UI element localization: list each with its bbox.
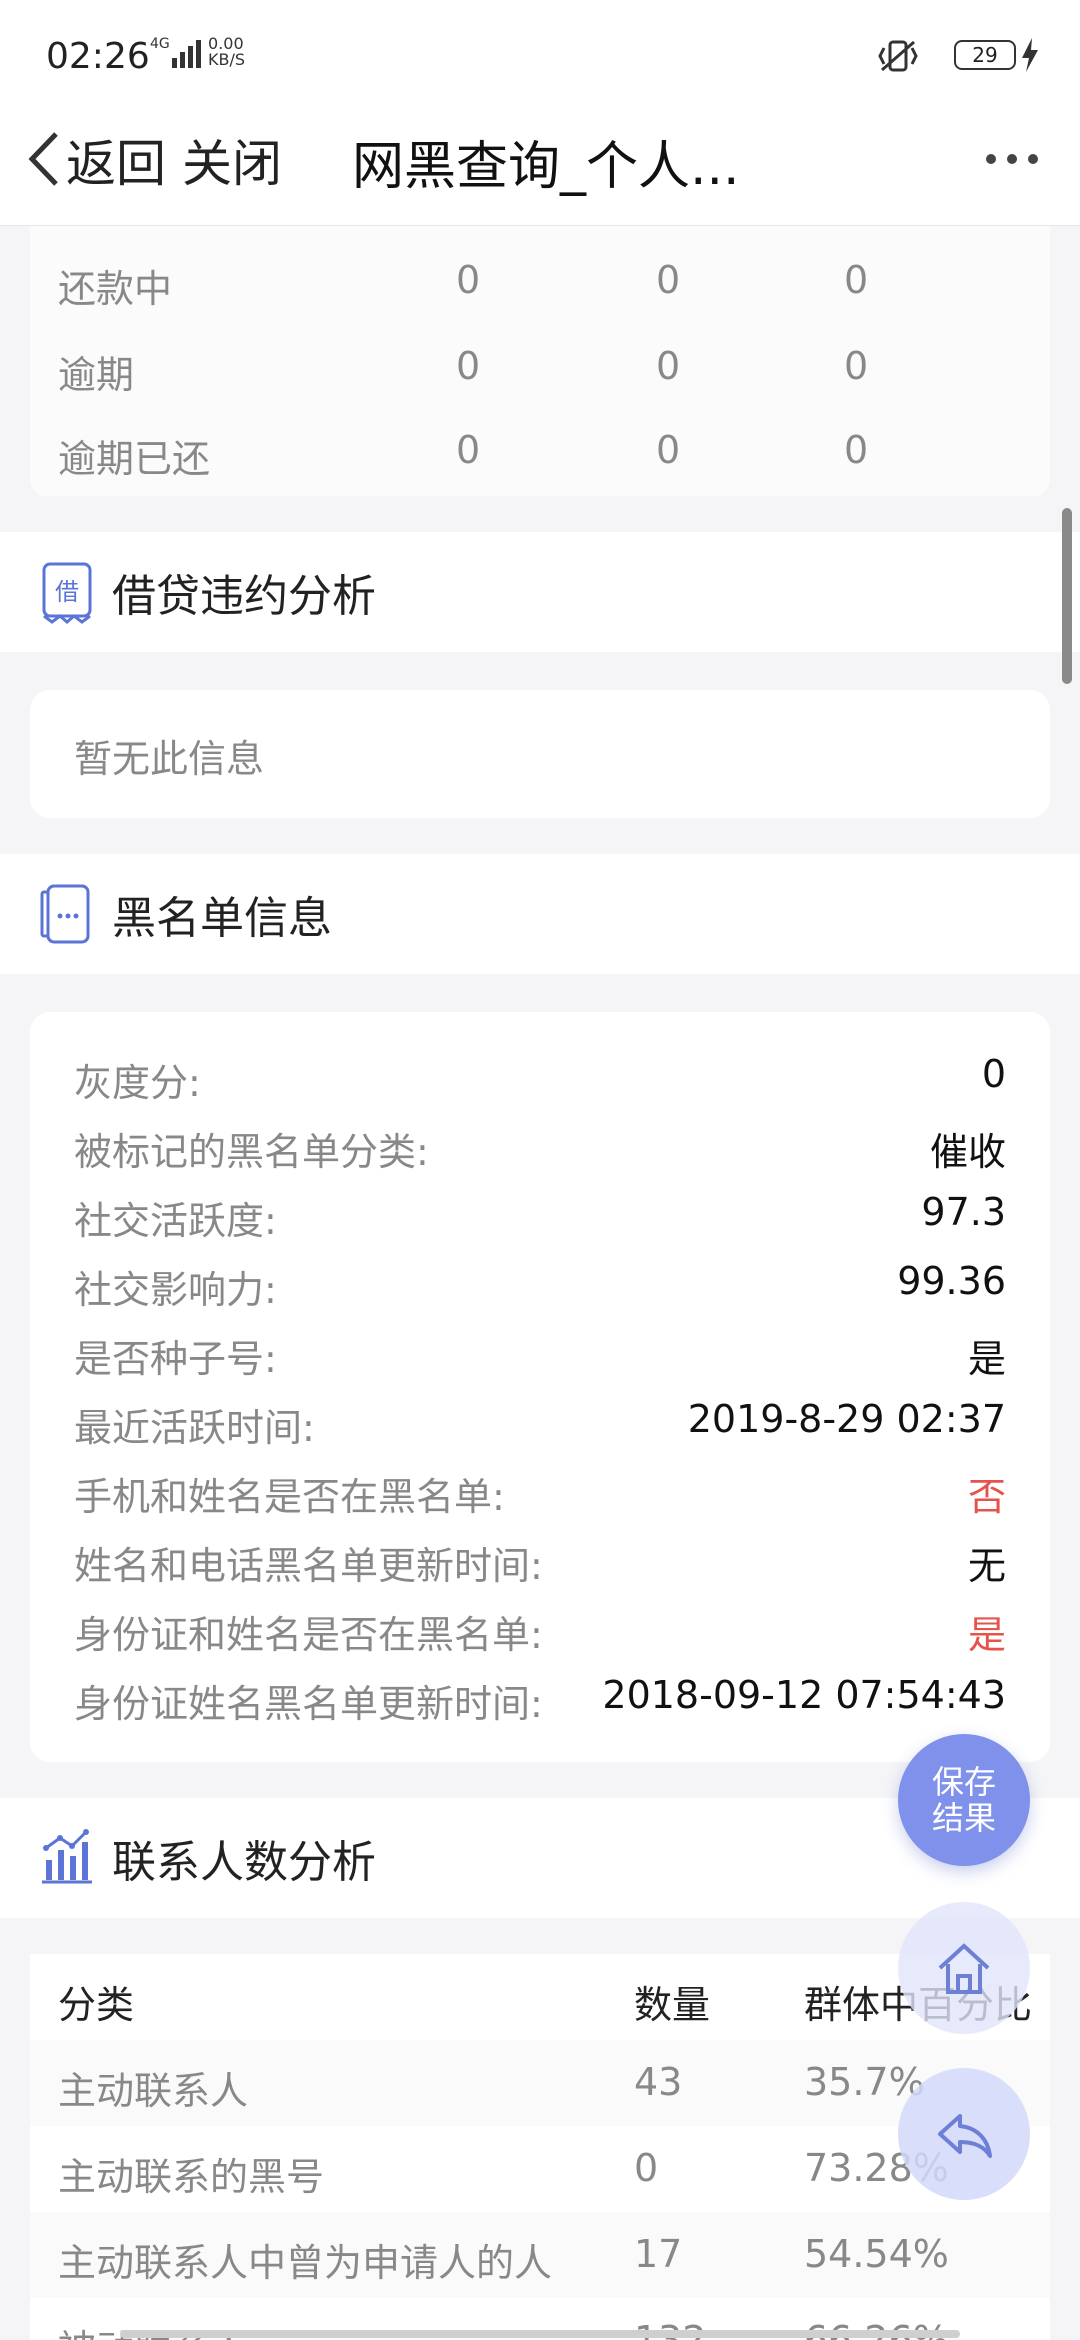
column-header-category: 分类 (58, 1983, 135, 2027)
info-value: 2018-09-12 07:54:43 (602, 1673, 1006, 1717)
speed-unit: KB/S (208, 50, 246, 69)
section-loan-default: 借 借贷违约分析 (0, 532, 1080, 652)
home-button[interactable] (898, 1902, 1030, 2034)
info-value: 催收 (929, 1130, 1006, 1174)
table-row: 主动联系的黑号 0 73.28% (30, 2126, 1050, 2212)
more-icon[interactable] (984, 152, 1040, 166)
cell-category: 主动联系的黑号 (58, 2155, 325, 2199)
repayment-table: 还款中 0 0 0 逾期 0 0 0 逾期已还 0 0 0 (30, 226, 1050, 496)
battery-indicator: 29 (954, 40, 1016, 70)
cell-count: 43 (634, 2060, 683, 2104)
empty-message: 暂无此信息 (74, 737, 265, 781)
row-value: 0 (656, 258, 681, 302)
info-key: 是否种子号: (74, 1337, 277, 1381)
section-title: 借贷违约分析 (112, 571, 376, 622)
info-key: 社交活跃度: (74, 1199, 277, 1243)
row-value: 0 (844, 344, 869, 388)
info-key: 灰度分: (74, 1061, 201, 1105)
info-key: 最近活跃时间: (74, 1406, 315, 1450)
section-title: 联系人数分析 (112, 1837, 376, 1888)
row-value: 0 (456, 258, 481, 302)
info-key: 身份证和姓名是否在黑名单: (74, 1613, 543, 1657)
info-value: 0 (981, 1052, 1006, 1096)
home-icon (938, 1943, 990, 1994)
cell-category: 主动联系人 (58, 2069, 249, 2113)
column-header-count: 数量 (634, 1983, 711, 2027)
section-title: 黑名单信息 (112, 893, 332, 944)
cell-category: 主动联系人中曾为申请人的人 (58, 2241, 553, 2285)
loan-icon: 借 (42, 562, 92, 624)
save-label-line1: 保存 (931, 1763, 996, 1801)
network-indicator: 4G 0.00 KB/S (150, 36, 270, 76)
network-type: 4G (150, 36, 170, 52)
row-value: 0 (656, 428, 681, 472)
info-value: 否 (967, 1475, 1006, 1519)
info-row: 社交活跃度: 97.3 (30, 1180, 1050, 1248)
info-value: 是 (967, 1337, 1006, 1381)
info-value: 是 (967, 1613, 1006, 1657)
row-label: 还款中 (58, 267, 173, 311)
reply-icon (938, 2114, 992, 2158)
loan-default-card: 暂无此信息 (30, 690, 1050, 818)
info-row: 身份证和姓名是否在黑名单: 是 (30, 1594, 1050, 1662)
cell-count: 17 (634, 2232, 683, 2276)
info-row: 灰度分: 0 (30, 1042, 1050, 1110)
table-row: 还款中 0 0 0 (30, 240, 1050, 320)
status-bar: 02:26 4G 0.00 KB/S 29 (0, 0, 1080, 110)
section-blacklist: 黑名单信息 (0, 854, 1080, 974)
horizontal-scrollbar[interactable] (120, 2330, 960, 2338)
table-header: 分类 数量 群体中百分比 (30, 1954, 1050, 2040)
vibrate-icon (878, 40, 918, 72)
cell-percent: 54.54% (804, 2232, 949, 2276)
info-row: 社交影响力: 99.36 (30, 1249, 1050, 1317)
info-value: 97.3 (921, 1190, 1006, 1234)
cell-percent: 35.7% (804, 2060, 925, 2104)
info-key: 身份证姓名黑名单更新时间: (74, 1682, 543, 1726)
info-key: 姓名和电话黑名单更新时间: (74, 1544, 543, 1588)
info-row: 手机和姓名是否在黑名单: 否 (30, 1456, 1050, 1524)
info-row: 身份证姓名黑名单更新时间: 2018-09-12 07:54:43 (30, 1663, 1050, 1731)
blacklist-card: 灰度分: 0 被标记的黑名单分类: 催收 社交活跃度: 97.3 社交影响力: … (30, 1012, 1050, 1762)
cell-count: 0 (634, 2146, 659, 2190)
save-result-button[interactable]: 保存 结果 (898, 1734, 1030, 1866)
app-header: 返回 关闭 网黑查询_个人... (0, 110, 1080, 226)
row-value: 0 (456, 428, 481, 472)
chart-icon (42, 1829, 92, 1884)
info-row: 是否种子号: 是 (30, 1318, 1050, 1386)
table-row: 逾期 0 0 0 (30, 326, 1050, 406)
table-row: 主动联系人中曾为申请人的人 17 54.54% (30, 2212, 1050, 2298)
row-value: 0 (656, 344, 681, 388)
signal-icon (172, 40, 201, 68)
loan-icon-glyph: 借 (55, 578, 79, 606)
info-value: 99.36 (897, 1259, 1006, 1303)
info-row: 姓名和电话黑名单更新时间: 无 (30, 1525, 1050, 1593)
info-row: 最近活跃时间: 2019-8-29 02:37 (30, 1387, 1050, 1455)
info-key: 社交影响力: (74, 1268, 277, 1312)
table-row: 主动联系人 43 35.7% (30, 2040, 1050, 2126)
row-value: 0 (844, 428, 869, 472)
reply-back-button[interactable] (898, 2068, 1030, 2200)
status-right: 29 (860, 36, 1040, 76)
status-time: 02:26 (46, 36, 150, 77)
blacklist-icon (40, 884, 90, 944)
info-key: 被标记的黑名单分类: (74, 1130, 429, 1174)
vertical-scrollbar[interactable] (1062, 508, 1072, 684)
row-label: 逾期已还 (58, 437, 211, 481)
save-label-line2: 结果 (931, 1799, 996, 1837)
row-value: 0 (844, 258, 869, 302)
page-title: 网黑查询_个人... (352, 137, 740, 197)
chevron-left-icon[interactable] (22, 126, 66, 192)
contacts-table: 分类 数量 群体中百分比 主动联系人 43 35.7% 主动联系的黑号 0 73… (30, 1954, 1050, 2340)
info-row: 被标记的黑名单分类: 催收 (30, 1111, 1050, 1179)
row-value: 0 (456, 344, 481, 388)
info-key: 手机和姓名是否在黑名单: (74, 1475, 505, 1519)
table-row: 逾期已还 0 0 0 (30, 410, 1050, 490)
network-speed: 0.00 KB/S (208, 36, 245, 68)
row-label: 逾期 (58, 353, 135, 397)
info-value: 无 (967, 1544, 1006, 1588)
charging-icon (1022, 38, 1038, 72)
back-button[interactable]: 返回 (66, 124, 166, 196)
close-button[interactable]: 关闭 (182, 124, 282, 196)
info-value: 2019-8-29 02:37 (687, 1397, 1006, 1441)
